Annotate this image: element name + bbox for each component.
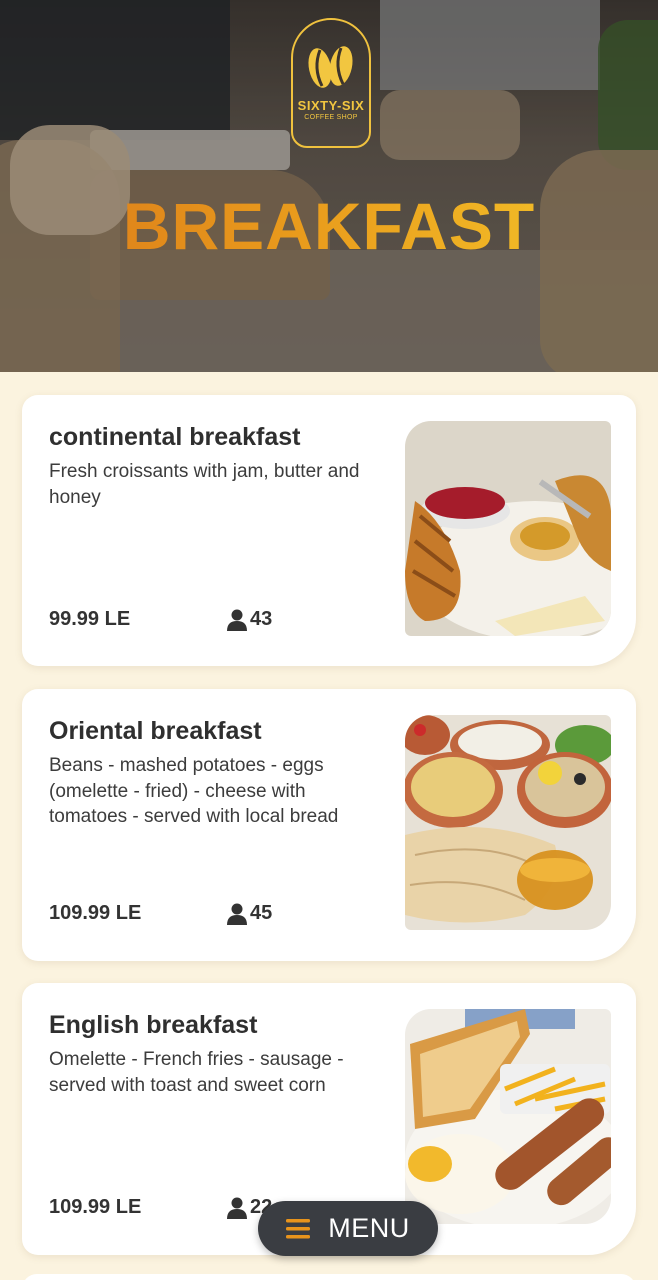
brand-logo: SIXTY-SIX COFFEE SHOP [291,18,371,148]
item-photo [405,715,611,930]
menu-item-card[interactable]: Oriental breakfast Beans - mashed potato… [22,689,636,961]
brand-tagline: COFFEE SHOP [304,114,358,121]
item-title: Oriental breakfast [49,717,262,745]
item-likes: 43 [227,608,272,631]
menu-item-card[interactable]: continental breakfast Fresh croissants w… [22,395,636,666]
item-description: Omelette - French fries - sausage - serv… [49,1049,344,1096]
likes-count: 43 [250,608,273,630]
item-price: 99.99 LE [49,608,131,630]
oriental-breakfast-photo [405,715,611,930]
hero-banner: SIXTY-SIX COFFEE SHOP BREAKFAST [0,0,658,372]
menu-item-card-partial[interactable] [22,1274,636,1280]
item-title: continental breakfast [49,423,301,451]
item-description: Beans - mashed potatoes - eggs (omelette… [49,755,339,827]
brand-name: SIXTY-SIX [297,98,365,113]
item-title: English breakfast [49,1011,258,1039]
page-title: BREAKFAST [0,188,658,264]
item-photo [405,421,611,636]
likes-count: 45 [250,902,273,924]
item-likes: 45 [227,902,272,925]
item-description: Fresh croissants with jam, butter and ho… [49,461,360,508]
hamburger-icon [286,1218,311,1238]
croissant-plate-photo [405,421,611,636]
menu-button[interactable]: MENU [258,1201,438,1256]
coffee-beans-icon [308,46,353,88]
item-price: 109.99 LE [49,1196,142,1218]
menu-button-label: MENU [328,1213,410,1243]
person-icon [227,1197,247,1219]
item-photo [405,1009,611,1224]
person-icon [227,609,247,631]
person-icon [227,903,247,925]
item-price: 109.99 LE [49,902,142,924]
english-breakfast-photo [405,1009,611,1224]
